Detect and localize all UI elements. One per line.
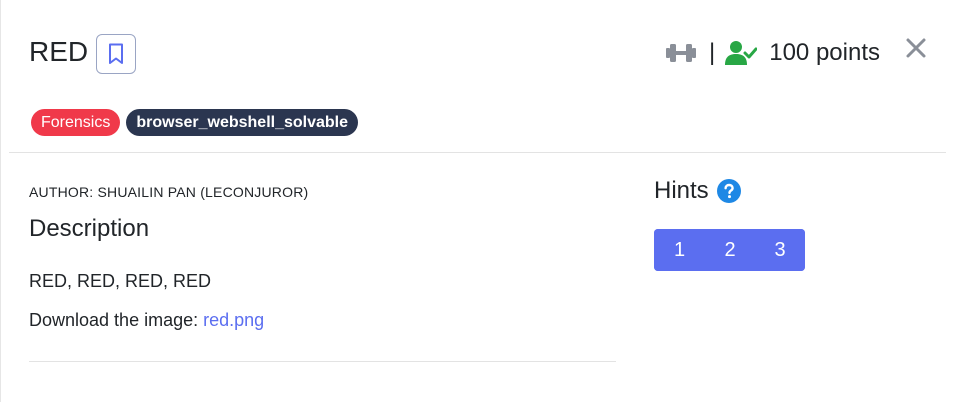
dumbbell-icon — [666, 44, 696, 62]
challenge-meta: | 100 points — [665, 36, 880, 70]
meta-separator: | — [709, 39, 716, 66]
hint-button-3[interactable]: 3 — [755, 229, 805, 271]
description-divider — [29, 361, 616, 362]
feature-tag[interactable]: browser_webshell_solvable — [126, 109, 359, 136]
hints-label: Hints — [654, 177, 709, 204]
hints-heading: Hints — [654, 177, 741, 205]
bookmark-button[interactable] — [96, 34, 136, 74]
download-prefix: Download the image: — [29, 310, 204, 330]
hint-button-1[interactable]: 1 — [654, 229, 705, 271]
author-line: AUTHOR: SHUAILIN PAN (LECONJUROR) — [29, 184, 309, 200]
header-divider — [9, 152, 946, 153]
hints-button-group: 1 2 3 — [654, 229, 805, 271]
modal-header: RED | 100 points Forensics browser_websh… — [1, 0, 958, 152]
bookmark-icon — [109, 43, 123, 64]
close-icon — [906, 38, 926, 58]
tag-list: Forensics browser_webshell_solvable — [31, 109, 359, 136]
question-circle-icon[interactable] — [716, 179, 741, 203]
description-text: RED, RED, RED, RED — [29, 271, 212, 291]
user-check-icon — [725, 41, 758, 65]
challenge-modal: RED | 100 points Forensics browser_websh… — [0, 0, 958, 402]
download-line: Download the image: red.png — [29, 310, 264, 331]
category-tag[interactable]: Forensics — [31, 109, 121, 136]
download-link[interactable]: red.png — [203, 310, 264, 330]
points-value: 100 points — [769, 39, 880, 66]
description-heading: Description — [29, 215, 150, 242]
hint-button-2[interactable]: 2 — [705, 229, 755, 271]
challenge-title: RED — [29, 36, 89, 67]
close-button[interactable] — [904, 36, 928, 60]
